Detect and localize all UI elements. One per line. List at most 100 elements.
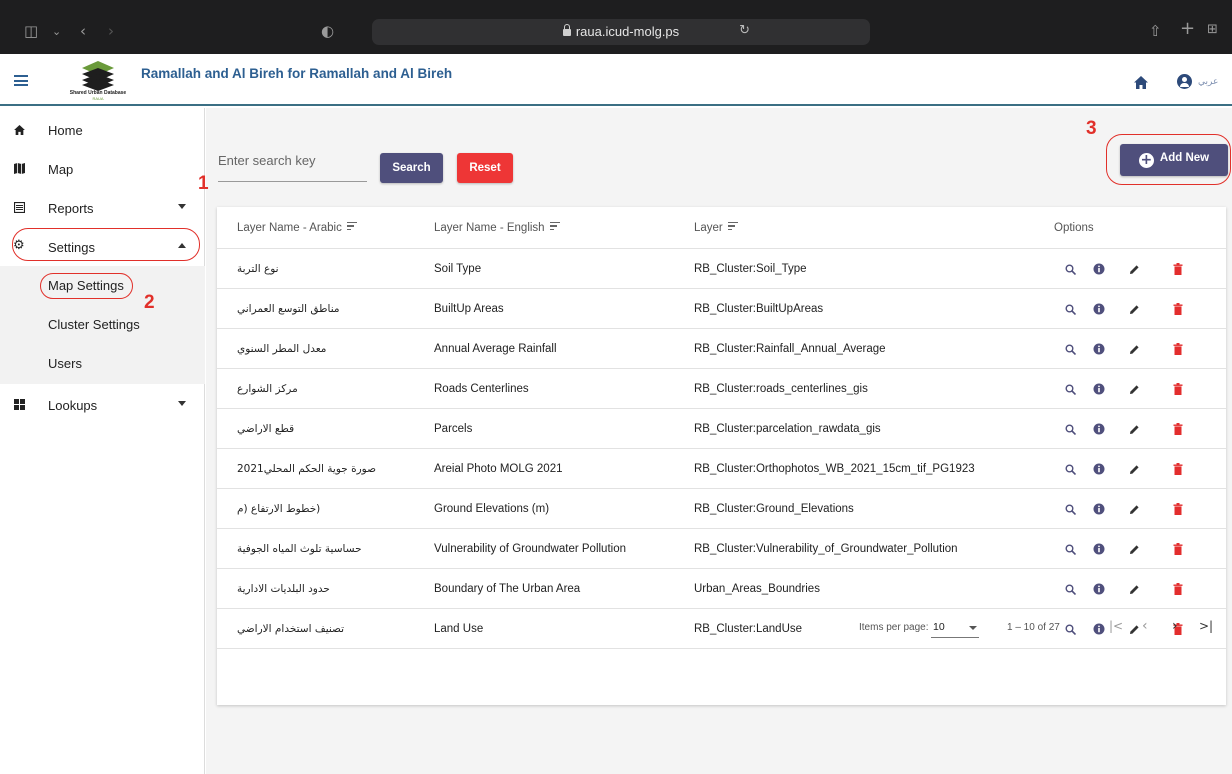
search-icon[interactable] xyxy=(1065,502,1079,516)
search-icon[interactable] xyxy=(1065,382,1079,396)
delete-icon[interactable] xyxy=(1173,422,1187,436)
column-header-layer[interactable]: Layer xyxy=(694,222,738,234)
lock-icon xyxy=(562,24,571,36)
delete-icon[interactable] xyxy=(1173,462,1187,476)
annotation-number: 2 xyxy=(144,292,155,313)
reset-button[interactable]: Reset xyxy=(457,153,513,183)
search-icon[interactable] xyxy=(1065,462,1079,476)
edit-icon[interactable] xyxy=(1129,462,1143,476)
edit-icon[interactable] xyxy=(1129,502,1143,516)
first-page-icon[interactable]: |< xyxy=(1109,619,1123,633)
share-icon[interactable]: ⇧ xyxy=(1149,22,1162,40)
cell-layer: RB_Cluster:roads_centerlines_gis xyxy=(694,383,868,395)
chevron-down-icon xyxy=(178,204,186,209)
chevron-down-icon[interactable]: ⌄ xyxy=(52,25,61,38)
home-icon xyxy=(14,125,25,135)
cell-layer: RB_Cluster:Rainfall_Annual_Average xyxy=(694,343,886,355)
shield-icon[interactable]: ◐ xyxy=(321,22,334,40)
delete-icon[interactable] xyxy=(1173,302,1187,316)
delete-icon[interactable] xyxy=(1173,542,1187,556)
annotation-ring-map-settings xyxy=(40,273,133,299)
info-icon[interactable] xyxy=(1093,502,1107,516)
new-tab-icon[interactable]: + xyxy=(1180,18,1195,39)
info-icon[interactable] xyxy=(1093,422,1107,436)
delete-icon[interactable] xyxy=(1173,502,1187,516)
sidebar-item-map[interactable]: Map xyxy=(0,149,205,189)
language-toggle[interactable]: ﻋﺮﺑﻲ xyxy=(1198,76,1218,87)
search-icon[interactable] xyxy=(1065,302,1079,316)
search-icon[interactable] xyxy=(1065,582,1079,596)
edit-icon[interactable] xyxy=(1129,382,1143,396)
sidebar-item-cluster-settings[interactable]: Cluster Settings xyxy=(0,305,205,345)
cell-arabic-name: نوع التربة xyxy=(237,263,279,275)
home-icon[interactable] xyxy=(1134,76,1148,89)
delete-icon[interactable] xyxy=(1173,382,1187,396)
menu-icon[interactable] xyxy=(14,75,28,86)
cell-arabic-name: صورة جوية الحكم المحلي2021 xyxy=(237,463,376,475)
cell-layer: RB_Cluster:Orthophotos_WB_2021_15cm_tif_… xyxy=(694,463,975,475)
info-icon[interactable] xyxy=(1093,382,1107,396)
edit-icon[interactable] xyxy=(1129,542,1143,556)
cell-arabic-name: مناطق التوسع العمراني xyxy=(237,303,340,315)
delete-icon[interactable] xyxy=(1173,582,1187,596)
table-row: معدل المطر السنوي Annual Average Rainfall… xyxy=(217,329,1226,369)
edit-icon[interactable] xyxy=(1129,342,1143,356)
tab-overview-icon[interactable]: ⊞ xyxy=(1207,22,1218,37)
annotation-ring-add-new xyxy=(1106,134,1231,185)
table-row: (خطوط الارتفاع (م Ground Elevations (m) RB… xyxy=(217,489,1226,529)
page-size-select[interactable]: 10 xyxy=(931,620,979,638)
reload-icon[interactable]: ↻ xyxy=(739,23,750,38)
chevron-down-icon xyxy=(178,401,186,406)
logo: Shared Urban Database RAUA xyxy=(60,57,136,103)
edit-icon[interactable] xyxy=(1129,262,1143,276)
search-icon[interactable] xyxy=(1065,262,1079,276)
info-icon[interactable] xyxy=(1093,262,1107,276)
column-header-english[interactable]: Layer Name - English xyxy=(434,222,560,234)
edit-icon[interactable] xyxy=(1129,422,1143,436)
next-page-icon[interactable]: › xyxy=(1172,618,1178,634)
info-icon[interactable] xyxy=(1093,462,1107,476)
back-icon[interactable]: ‹ xyxy=(80,22,86,40)
delete-icon[interactable] xyxy=(1173,342,1187,356)
table-row: صورة جوية الحكم المحلي2021 Areial Photo M… xyxy=(217,449,1226,489)
sidebar-item-lookups[interactable]: Lookups xyxy=(0,385,205,425)
cell-english-name: Ground Elevations (m) xyxy=(434,503,550,515)
column-header-options: Options xyxy=(1054,222,1094,234)
info-icon[interactable] xyxy=(1093,302,1107,316)
edit-icon[interactable] xyxy=(1129,302,1143,316)
info-icon[interactable] xyxy=(1093,342,1107,356)
delete-icon[interactable] xyxy=(1173,262,1187,276)
sidebar-item-users[interactable]: Users xyxy=(0,344,205,384)
table-row: مركز الشوارع Roads Centerlines RB_Cluster:… xyxy=(217,369,1226,409)
info-icon[interactable] xyxy=(1093,542,1107,556)
cell-arabic-name: حساسية تلوث المياه الجوفية xyxy=(237,543,362,555)
cell-layer: RB_Cluster:BuiltUpAreas xyxy=(694,303,824,315)
cell-english-name: BuiltUp Areas xyxy=(434,303,504,315)
search-field xyxy=(218,148,367,182)
search-button[interactable]: Search xyxy=(380,153,443,183)
search-icon[interactable] xyxy=(1065,542,1079,556)
previous-page-icon[interactable]: ‹ xyxy=(1142,618,1148,634)
sidebar-toggle-icon[interactable]: ◫ xyxy=(24,22,38,40)
account-icon[interactable] xyxy=(1177,74,1192,89)
search-input[interactable] xyxy=(218,148,367,172)
grid-icon xyxy=(14,399,25,410)
edit-icon[interactable] xyxy=(1129,582,1143,596)
sidebar-item-reports[interactable]: Reports xyxy=(0,188,205,228)
table-row: حدود البلديات الادارية Boundary of The Ur… xyxy=(217,569,1226,609)
last-page-icon[interactable]: >| xyxy=(1199,619,1213,633)
sidebar: Home Map Reports ⚙ Settings Map Settings… xyxy=(0,108,205,774)
table-row: مناطق التوسع العمراني BuiltUp Areas RB_Clu… xyxy=(217,289,1226,329)
sort-icon xyxy=(727,222,738,230)
forward-icon[interactable]: › xyxy=(108,22,114,40)
sort-icon xyxy=(346,222,357,230)
cell-layer: RB_Cluster:Soil_Type xyxy=(694,263,807,275)
sidebar-item-home[interactable]: Home xyxy=(0,110,205,150)
search-icon[interactable] xyxy=(1065,422,1079,436)
info-icon[interactable] xyxy=(1093,582,1107,596)
address-bar[interactable]: raua.icud-molg.ps ↻ xyxy=(372,19,870,45)
cell-layer: RB_Cluster:Vulnerability_of_Groundwater_… xyxy=(694,543,958,555)
search-icon[interactable] xyxy=(1065,342,1079,356)
map-icon xyxy=(14,163,25,174)
column-header-arabic[interactable]: Layer Name - Arabic xyxy=(237,222,357,234)
